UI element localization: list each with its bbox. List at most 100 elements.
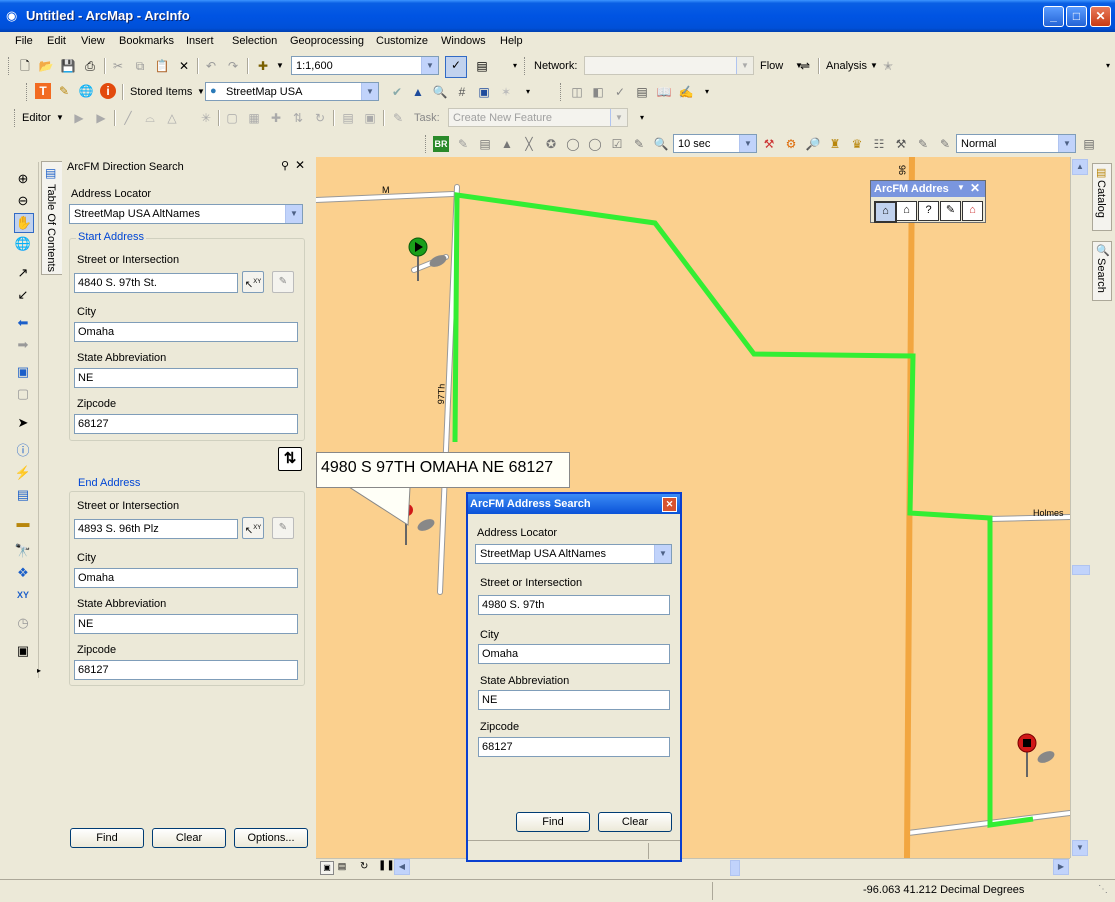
chevron-down-icon[interactable]: ▼ <box>1058 135 1075 152</box>
hyperlink-icon[interactable]: ⚡ <box>14 464 32 482</box>
scroll-left-icon[interactable]: ◀ <box>394 859 410 875</box>
menu-windows[interactable]: Windows <box>441 35 486 47</box>
tool-s-icon[interactable]: ▤ <box>1081 136 1097 152</box>
straight-segment-icon[interactable]: ╱ <box>120 110 136 126</box>
address-locator-combo[interactable]: StreetMap USA AltNames ▼ <box>475 544 672 564</box>
table-window-icon[interactable]: ▤ <box>474 58 490 74</box>
find-button[interactable]: Find <box>516 812 590 832</box>
start-state-input[interactable]: NE <box>74 368 298 388</box>
menu-selection[interactable]: Selection <box>232 35 277 47</box>
attributes-icon[interactable]: ▤ <box>340 110 356 126</box>
br-icon[interactable]: BR <box>433 136 449 152</box>
tool-r-icon[interactable]: ✎ <box>937 136 953 152</box>
tool-j-icon[interactable]: ⚒ <box>761 136 777 152</box>
state-input[interactable]: NE <box>478 690 670 710</box>
start-pick-address-button[interactable]: ✎ <box>272 271 294 293</box>
go-to-xy-icon[interactable]: XY <box>14 586 32 604</box>
find-binoculars-icon[interactable]: 🔭 <box>14 542 32 560</box>
end-city-input[interactable]: Omaha <box>74 568 298 588</box>
create-viewer-icon[interactable]: ▣ <box>14 642 32 660</box>
tool-q-icon[interactable]: ✎ <box>915 136 931 152</box>
paste-icon[interactable]: 📋 <box>154 58 170 74</box>
zoom-find-icon[interactable]: 🔍 <box>432 84 448 100</box>
chevron-down-icon[interactable]: ▼ <box>610 109 627 126</box>
editor-menu[interactable]: Editor <box>22 112 51 124</box>
zoom-in-icon[interactable]: ⊕ <box>14 170 32 188</box>
toolbar-options-icon[interactable]: ▾ <box>634 110 650 126</box>
home-icon[interactable]: ⌂ <box>874 201 897 223</box>
toolbar-options-icon[interactable]: ▾ <box>520 84 536 100</box>
connect-icon[interactable]: ✶ <box>498 84 514 100</box>
street-input[interactable]: 4980 S. 97th <box>478 595 670 615</box>
data-view-icon[interactable]: ▣ <box>320 861 334 875</box>
tool-n-icon[interactable]: ♛ <box>849 136 865 152</box>
toolbar-grip[interactable] <box>8 57 12 75</box>
find-button[interactable]: Find <box>70 828 144 848</box>
go-back-icon[interactable]: ⬅ <box>14 314 32 332</box>
tool-d-icon[interactable]: ╳ <box>521 136 537 152</box>
create-features-icon[interactable]: ✎ <box>390 110 406 126</box>
minimize-button[interactable]: _ <box>1043 6 1064 27</box>
save-icon[interactable]: 💾 <box>60 58 76 74</box>
point-tool-icon[interactable]: ✳ <box>198 110 214 126</box>
start-zip-input[interactable]: 68127 <box>74 414 298 434</box>
chevron-down-icon[interactable]: ▼ <box>421 57 438 74</box>
edit-vertices-icon[interactable]: ▢ <box>224 110 240 126</box>
end-street-input[interactable]: 4893 S. 96th Plz <box>74 519 238 539</box>
refresh-interval-combo[interactable]: 10 sec ▼ <box>673 134 757 153</box>
map-horizontal-scrollbar[interactable]: ▣ ▤ ↻ ❚❚ ◀ ▶ <box>316 858 1070 876</box>
stored-items-menu[interactable]: Stored Items <box>130 86 192 98</box>
full-extent-icon[interactable]: 🌐 <box>14 235 32 253</box>
close-button[interactable]: ✕ <box>1090 6 1111 27</box>
edit-tool-icon[interactable]: ▶ <box>71 110 87 126</box>
toolbar-options-icon[interactable]: ▸ <box>30 662 48 680</box>
home-search-icon[interactable]: ⌂ <box>896 201 917 221</box>
zoom-out-icon[interactable]: ⊖ <box>14 192 32 210</box>
address-locator-combo[interactable]: StreetMap USA AltNames ▼ <box>69 204 303 224</box>
catalog-tab[interactable]: ▤ Catalog <box>1092 163 1112 231</box>
network-combo[interactable]: ▼ <box>584 56 754 75</box>
end-zip-input[interactable]: 68127 <box>74 660 298 680</box>
start-city-input[interactable]: Omaha <box>74 322 298 342</box>
clear-button[interactable]: Clear <box>598 812 672 832</box>
delete-icon[interactable]: ✕ <box>176 58 192 74</box>
zip-input[interactable]: 68127 <box>478 737 670 757</box>
redo-icon[interactable]: ↷ <box>225 58 241 74</box>
start-street-input[interactable]: 4840 S. 97th St. <box>74 273 238 293</box>
chevron-down-icon[interactable]: ▼ <box>272 58 288 74</box>
trace-icon[interactable]: ✭ <box>880 58 896 74</box>
select-features-icon[interactable]: ▣ <box>14 363 32 381</box>
copy-icon[interactable]: ⧉ <box>132 58 148 74</box>
vertical-scroll-thumb[interactable] <box>1072 565 1090 575</box>
edit-pencil-icon[interactable]: ✎ <box>56 83 72 99</box>
chevron-down-icon[interactable]: ▼ <box>739 135 756 152</box>
address-toolbar-header[interactable]: ArcFM Addres ▼ ✕ <box>871 181 985 197</box>
grid-icon[interactable]: # <box>454 84 470 100</box>
tool-k-icon[interactable]: ⚙ <box>783 136 799 152</box>
tool-o-icon[interactable]: ☷ <box>871 136 887 152</box>
time-slider-icon[interactable]: ◷ <box>14 614 32 632</box>
layers-icon[interactable]: ◧ <box>590 84 606 100</box>
end-pick-xy-button[interactable]: ↖XY <box>242 517 264 539</box>
split-icon[interactable]: ⇅ <box>290 110 306 126</box>
find-route-icon[interactable]: ❖ <box>14 564 32 582</box>
menu-geoprocessing[interactable]: Geoprocessing <box>290 35 364 47</box>
end-point-arc-icon[interactable]: ⌓ <box>142 110 158 126</box>
reshape-icon[interactable]: ▦ <box>246 110 262 126</box>
close-icon[interactable]: ✕ <box>662 497 677 512</box>
menu-help[interactable]: Help <box>500 35 523 47</box>
check-icon[interactable]: ✓ <box>612 84 628 100</box>
pause-icon[interactable]: ❚❚ <box>378 860 395 871</box>
pan-hand-icon[interactable]: ✋ <box>14 213 34 233</box>
start-pick-xy-button[interactable]: ↖XY <box>242 271 264 293</box>
undo-icon[interactable]: ↶ <box>203 58 219 74</box>
swap-addresses-button[interactable]: ⇅ <box>278 447 302 471</box>
cut-polygon-icon[interactable]: ✚ <box>268 110 284 126</box>
book-icon[interactable]: 📖 <box>656 84 672 100</box>
chevron-down-icon[interactable]: ▼ <box>52 110 68 126</box>
tool-b-icon[interactable]: ▤ <box>477 136 493 152</box>
scroll-right-icon[interactable]: ▶ <box>1053 859 1069 875</box>
menu-bookmarks[interactable]: Bookmarks <box>119 35 174 47</box>
basemap-combo[interactable]: StreetMap USA ● ▼ <box>205 82 379 101</box>
new-document-icon[interactable]: 🗋 <box>17 58 33 74</box>
